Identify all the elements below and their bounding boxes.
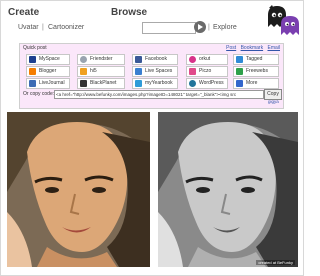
live-spaces-icon [135,68,142,75]
site-button-live-spaces[interactable]: Live Spaces [132,66,178,77]
explore-link[interactable]: Explore [213,24,237,31]
site-button-hi5[interactable]: hi5 [77,66,125,77]
site-button-tagged[interactable]: Tagged [233,54,279,65]
gigya-logo: gigya [268,99,279,104]
hi5-icon [80,68,87,75]
browse-title: Browse [111,7,148,18]
friendster-icon [80,56,87,63]
email-link[interactable]: Email [267,45,280,51]
site-button-piczo[interactable]: Piczo [186,66,228,77]
image-credit: created at BeFunky [256,260,295,265]
piczo-icon [189,68,196,75]
wordpress-icon [189,80,196,87]
site-button-livejournal[interactable]: LiveJournal [26,78,70,89]
blogger-icon [29,68,36,75]
site-button-orkut[interactable]: orkut [186,54,228,65]
site-button-myyearbook[interactable]: myYearbook [132,78,178,89]
search-input[interactable] [142,22,196,34]
cartoon-bw-image: created at BeFunky [158,112,298,267]
search-go-button[interactable] [194,21,206,33]
create-title: Create [8,7,40,18]
site-button-wordpress[interactable]: WordPress [186,78,228,89]
copy-code-label: Or copy code: [23,91,55,97]
site-button-myspace[interactable]: MySpace [26,54,70,65]
bookmark-link[interactable]: Bookmark [241,45,264,51]
site-button-more[interactable]: More [233,78,279,89]
cartoonizer-link[interactable]: Cartoonizer [48,24,84,31]
nav-separator: | [42,24,44,31]
myspace-icon [29,56,36,63]
cartoon-color-image [7,112,150,267]
post-link[interactable]: Post [226,45,236,51]
site-button-blackplanet[interactable]: BlackPlanet [77,78,125,89]
more-icon [236,80,243,87]
facebook-icon [135,56,142,63]
panel-links: Post Bookmark Email [223,45,280,51]
orkut-icon [189,56,196,63]
quick-post-label: Quick post [23,45,47,51]
tagged-icon [236,56,243,63]
uvatar-link[interactable]: Uvatar [18,24,39,31]
site-button-friendster[interactable]: Friendster [77,54,125,65]
explore-separator: | [208,24,210,31]
livejournal-icon [29,80,36,87]
site-button-facebook[interactable]: Facebook [132,54,178,65]
site-button-freewebs[interactable]: Freewebs [233,66,279,77]
site-button-blogger[interactable]: Blogger [26,66,70,77]
copy-code-field[interactable]: <a href="http://www.befunky.com/images.p… [54,90,264,99]
quick-post-panel: Quick post Post Bookmark Email MySpace F… [19,43,284,109]
freewebs-icon [236,68,243,75]
blackplanet-icon [80,80,87,87]
mascot-purple-icon [280,14,300,36]
myyearbook-icon [135,80,142,87]
